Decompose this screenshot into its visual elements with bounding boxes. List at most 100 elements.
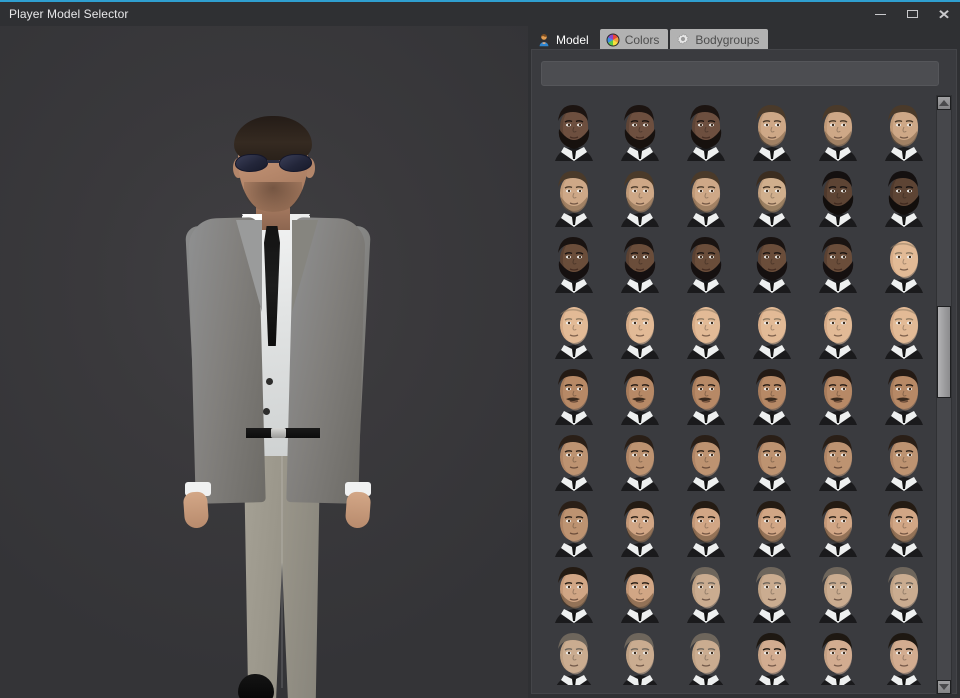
model-thumbnail-image [871, 425, 937, 491]
model-thumbnail[interactable] [871, 425, 937, 491]
model-thumbnail-image [871, 227, 937, 293]
model-thumbnail[interactable] [805, 293, 871, 359]
model-thumbnail-image [673, 425, 739, 491]
search-input[interactable] [541, 61, 939, 86]
model-thumbnail-image [871, 95, 937, 161]
chevron-up-icon [939, 100, 949, 106]
model-jacket-button-bottom [263, 408, 270, 415]
scrollbar-thumb[interactable] [937, 306, 951, 398]
model-thumbnail[interactable] [673, 161, 739, 227]
model-thumbnail[interactable] [871, 491, 937, 557]
model-thumbnail[interactable] [541, 227, 607, 293]
model-lapel-right [292, 220, 318, 312]
model-thumbnail-image [607, 425, 673, 491]
model-thumbnail[interactable] [607, 293, 673, 359]
model-thumbnail[interactable] [673, 425, 739, 491]
tab-model[interactable]: Model [531, 29, 598, 50]
model-thumbnail[interactable] [805, 623, 871, 685]
model-thumbnail-image [673, 161, 739, 227]
model-thumbnail[interactable] [871, 227, 937, 293]
model-thumbnail-image [871, 293, 937, 359]
model-thumbnail[interactable] [541, 425, 607, 491]
model-thumbnail-image [541, 623, 607, 685]
close-button[interactable]: ✕ [926, 2, 960, 26]
model-hand-left [183, 491, 209, 529]
model-thumbnail[interactable] [739, 359, 805, 425]
model-thumbnail-image [673, 293, 739, 359]
model-thumbnail[interactable] [607, 425, 673, 491]
color-wheel-icon [606, 33, 620, 47]
model-thumbnail[interactable] [607, 359, 673, 425]
tab-colors[interactable]: Colors [600, 29, 669, 50]
model-thumbnail[interactable] [739, 491, 805, 557]
model-thumbnail[interactable] [607, 491, 673, 557]
model-thumbnail-grid [541, 95, 939, 685]
model-thumbnail[interactable] [673, 359, 739, 425]
model-thumbnail[interactable] [673, 227, 739, 293]
sunglasses-lens-left [235, 154, 268, 172]
model-thumbnail-image [673, 491, 739, 557]
scroll-up-button[interactable] [937, 96, 951, 110]
model-thumbnail[interactable] [871, 359, 937, 425]
grid-scrollbar[interactable] [936, 95, 952, 695]
sunglasses-lens-right [279, 154, 312, 172]
model-thumbnail[interactable] [673, 491, 739, 557]
model-thumbnail[interactable] [871, 95, 937, 161]
model-thumbnail[interactable] [805, 161, 871, 227]
model-thumbnail-image [541, 425, 607, 491]
model-thumbnail-image [607, 359, 673, 425]
model-thumbnail[interactable] [739, 293, 805, 359]
model-thumbnail-image [607, 161, 673, 227]
model-thumbnail[interactable] [805, 557, 871, 623]
model-thumbnail[interactable] [739, 95, 805, 161]
model-thumbnail[interactable] [805, 359, 871, 425]
model-thumbnail[interactable] [673, 623, 739, 685]
model-thumbnail[interactable] [805, 425, 871, 491]
model-thumbnail[interactable] [541, 491, 607, 557]
player-model-selector-window: Player Model Selector ✕ [0, 0, 960, 698]
model-thumbnail[interactable] [805, 491, 871, 557]
model-thumbnail-image [739, 557, 805, 623]
tab-bodygroups[interactable]: Bodygroups [670, 29, 768, 50]
model-thumbnail[interactable] [541, 95, 607, 161]
model-trouser-crease [281, 438, 283, 688]
model-thumbnail[interactable] [541, 557, 607, 623]
model-thumbnail[interactable] [739, 557, 805, 623]
model-thumbnail[interactable] [607, 557, 673, 623]
model-thumbnail[interactable] [739, 623, 805, 685]
model-thumbnail[interactable] [739, 425, 805, 491]
model-thumbnail[interactable] [805, 95, 871, 161]
model-thumbnail[interactable] [871, 623, 937, 685]
model-thumbnail-image [607, 227, 673, 293]
model-thumbnail[interactable] [739, 161, 805, 227]
model-thumbnail[interactable] [541, 293, 607, 359]
model-thumbnail-image [673, 227, 739, 293]
model-thumbnail[interactable] [541, 161, 607, 227]
model-thumbnail[interactable] [871, 161, 937, 227]
close-icon: ✕ [938, 8, 951, 21]
model-thumbnail[interactable] [871, 557, 937, 623]
model-thumbnail-image [541, 293, 607, 359]
model-thumbnail-image [607, 293, 673, 359]
scroll-down-button[interactable] [937, 680, 951, 694]
gear-icon [676, 33, 690, 47]
model-thumbnail[interactable] [805, 227, 871, 293]
model-thumbnail-image [541, 161, 607, 227]
model-thumbnail[interactable] [607, 95, 673, 161]
model-thumbnail[interactable] [607, 227, 673, 293]
maximize-button[interactable] [896, 2, 928, 26]
model-thumbnail[interactable] [607, 161, 673, 227]
model-thumbnail[interactable] [673, 293, 739, 359]
model-thumbnail-image [805, 293, 871, 359]
player-model-render [130, 86, 430, 698]
model-thumbnail[interactable] [673, 95, 739, 161]
model-thumbnail[interactable] [541, 623, 607, 685]
minimize-button[interactable] [864, 2, 896, 26]
model-thumbnail[interactable] [739, 227, 805, 293]
model-preview-viewport[interactable] [0, 26, 528, 698]
model-thumbnail[interactable] [871, 293, 937, 359]
maximize-icon [907, 10, 918, 18]
model-thumbnail[interactable] [673, 557, 739, 623]
model-thumbnail[interactable] [541, 359, 607, 425]
model-thumbnail[interactable] [607, 623, 673, 685]
